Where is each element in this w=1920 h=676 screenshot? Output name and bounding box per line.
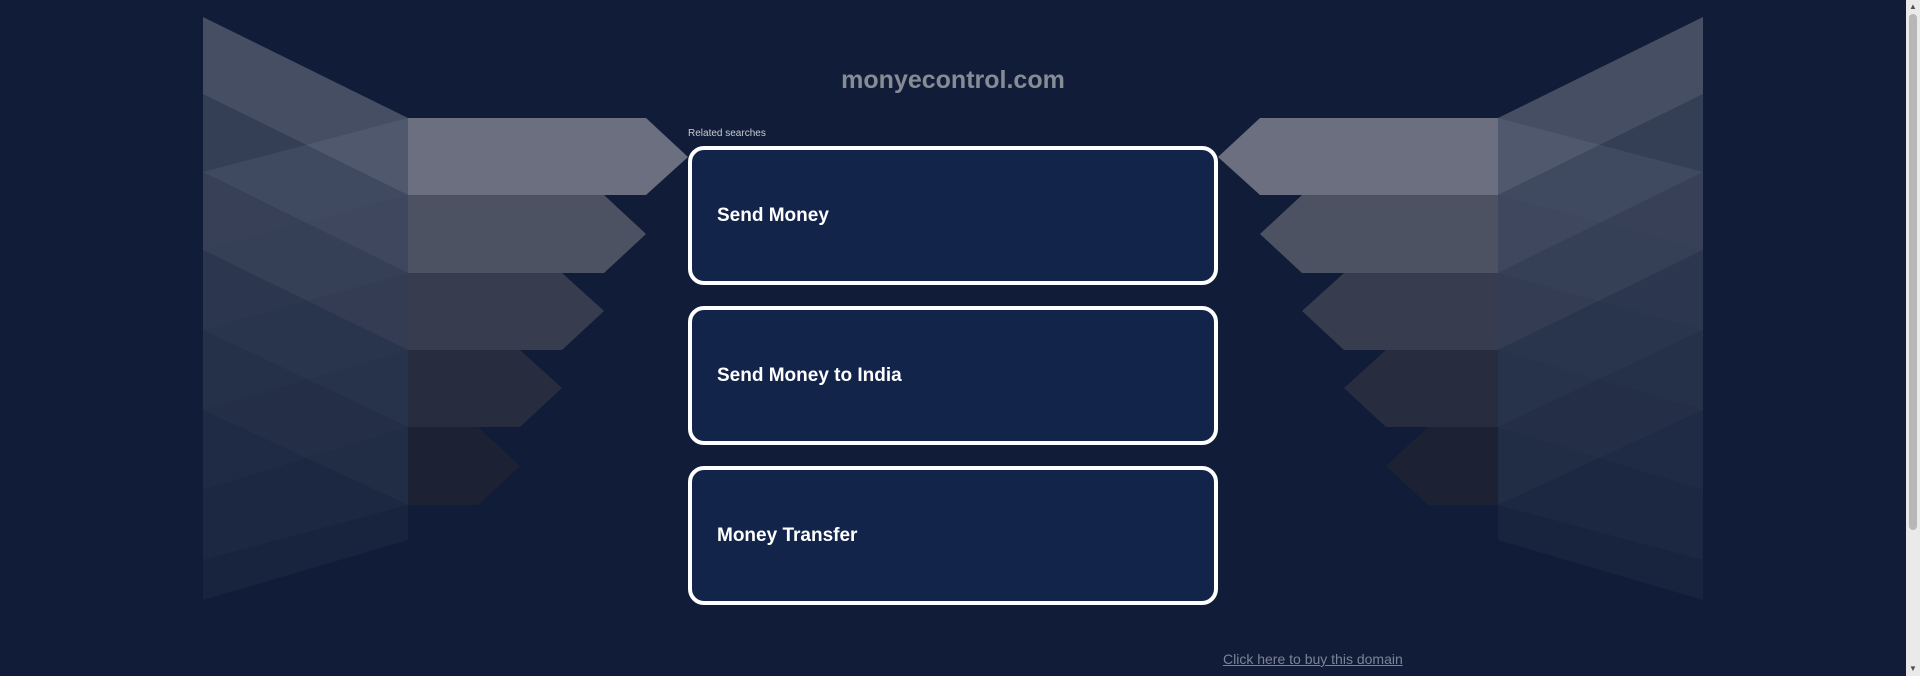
search-result-label: Money Transfer (717, 524, 858, 546)
scroll-down-arrow-icon[interactable]: ▼ (1906, 662, 1920, 676)
vertical-scrollbar[interactable]: ▲ ▼ (1906, 0, 1920, 676)
search-result-label: Send Money (717, 204, 829, 226)
scroll-up-arrow-icon[interactable]: ▲ (1906, 0, 1920, 14)
scrollbar-thumb[interactable] (1909, 14, 1917, 530)
search-result-send-money[interactable]: Send Money (688, 146, 1218, 285)
buy-domain-link[interactable]: Click here to buy this domain (1223, 651, 1403, 667)
related-searches-label: Related searches (688, 128, 766, 139)
search-result-send-money-to-india[interactable]: Send Money to India (688, 306, 1218, 445)
domain-title: monyecontrol.com (841, 66, 1065, 94)
search-result-label: Send Money to India (717, 364, 902, 386)
search-result-money-transfer[interactable]: Money Transfer (688, 466, 1218, 605)
parked-domain-page: monyecontrol.com Related searches Send M… (0, 0, 1920, 676)
